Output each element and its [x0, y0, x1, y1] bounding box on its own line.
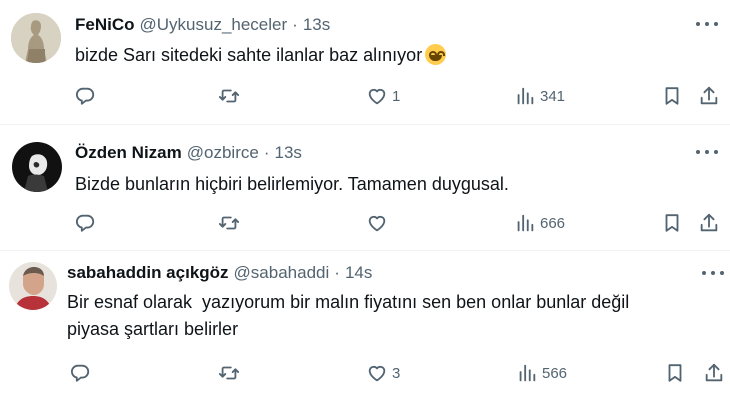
retweet-icon: [218, 362, 240, 384]
share-icon: [698, 212, 720, 234]
views-count: 666: [540, 214, 566, 232]
avatar-image: [12, 142, 62, 192]
timestamp[interactable]: 13s: [274, 143, 301, 162]
bookmark-button[interactable]: [664, 361, 686, 385]
like-count: 1: [392, 87, 401, 105]
tweet-text-line: piyasa şartları belirler: [67, 319, 239, 339]
avatar-image: [9, 262, 57, 310]
action-bar: 1 341: [0, 84, 730, 108]
views-icon: [516, 362, 538, 384]
tweet-text-content: bizde Sarı sitedeki sahte ilanlar baz al…: [75, 45, 423, 65]
bookmark-icon: [661, 212, 683, 234]
action-bar: 3 566: [0, 361, 730, 385]
tweet[interactable]: sabahaddin açıkgöz @sabahaddi · 14s Bir esn…: [0, 250, 730, 420]
avatar[interactable]: [9, 262, 57, 310]
share-icon: [703, 362, 725, 384]
share-button[interactable]: [703, 361, 725, 385]
views-count: 566: [542, 364, 568, 382]
user-handle[interactable]: @ozbirce: [187, 143, 259, 162]
views-button[interactable]: 566: [516, 361, 567, 385]
reply-icon: [74, 85, 96, 107]
views-count: 341: [540, 87, 566, 105]
more-icon[interactable]: [696, 148, 718, 156]
bookmark-icon: [664, 362, 686, 384]
bookmark-button[interactable]: [661, 84, 683, 108]
avatar-image: [11, 13, 61, 63]
retweet-icon: [218, 212, 240, 234]
retweet-button[interactable]: [218, 361, 244, 385]
tweet-text: Bir esnaf olarak yazıyorum bir malın fiy…: [67, 289, 707, 343]
tweet-text: Bizde bunların hiçbiri belirlemiyor. Tam…: [75, 174, 509, 194]
like-button[interactable]: 1: [366, 84, 400, 108]
reply-icon: [74, 212, 96, 234]
action-bar: 666: [0, 211, 730, 235]
avatar[interactable]: [12, 142, 62, 192]
views-button[interactable]: 341: [514, 84, 565, 108]
tweet[interactable]: Özden Nizam @ozbirce · 13s Bizde bunların h…: [0, 124, 730, 250]
display-name[interactable]: Özden Nizam: [75, 143, 182, 162]
reply-button[interactable]: [74, 211, 100, 235]
tweet[interactable]: FeNiCo @Uykusuz_heceler · 13s bizde Sarı si…: [0, 0, 730, 124]
reply-icon: [69, 362, 91, 384]
user-handle[interactable]: @Uykusuz_heceler: [140, 15, 288, 34]
timestamp[interactable]: 13s: [303, 15, 330, 34]
share-button[interactable]: [698, 211, 720, 235]
views-icon: [514, 85, 536, 107]
views-button[interactable]: 666: [514, 211, 565, 235]
tweet-header: sabahaddin açıkgöz @sabahaddi · 14s: [67, 262, 372, 284]
display-name[interactable]: FeNiCo: [75, 15, 135, 34]
like-button[interactable]: 3: [366, 361, 400, 385]
like-count: 3: [392, 364, 401, 382]
separator-dot: ·: [292, 15, 298, 34]
tweet-header: Özden Nizam @ozbirce · 13s: [75, 142, 302, 164]
tweet-text-line: Bir esnaf olarak yazıyorum bir malın fiy…: [67, 292, 630, 312]
bookmark-icon: [661, 85, 683, 107]
share-icon: [698, 85, 720, 107]
reply-button[interactable]: [69, 361, 95, 385]
share-button[interactable]: [698, 84, 720, 108]
heart-icon: [366, 362, 388, 384]
user-handle[interactable]: @sabahaddi: [234, 263, 330, 282]
more-icon[interactable]: [702, 269, 724, 277]
tweet-header: FeNiCo @Uykusuz_heceler · 13s: [75, 14, 330, 36]
retweet-icon: [218, 85, 240, 107]
bookmark-button[interactable]: [661, 211, 683, 235]
views-icon: [514, 212, 536, 234]
like-button[interactable]: [366, 211, 392, 235]
retweet-button[interactable]: [218, 211, 244, 235]
display-name[interactable]: sabahaddin açıkgöz: [67, 263, 229, 282]
separator-dot: ·: [263, 143, 270, 162]
separator-dot: ·: [334, 263, 340, 282]
heart-icon: [366, 85, 388, 107]
more-icon[interactable]: [696, 20, 718, 28]
timestamp[interactable]: 14s: [345, 263, 372, 282]
reply-button[interactable]: [74, 84, 100, 108]
grinning-squinting-face-emoji-icon: [425, 44, 447, 65]
heart-icon: [366, 212, 388, 234]
tweet-text: bizde Sarı sitedeki sahte ilanlar baz al…: [75, 42, 447, 69]
retweet-button[interactable]: [218, 84, 244, 108]
avatar[interactable]: [11, 13, 61, 63]
